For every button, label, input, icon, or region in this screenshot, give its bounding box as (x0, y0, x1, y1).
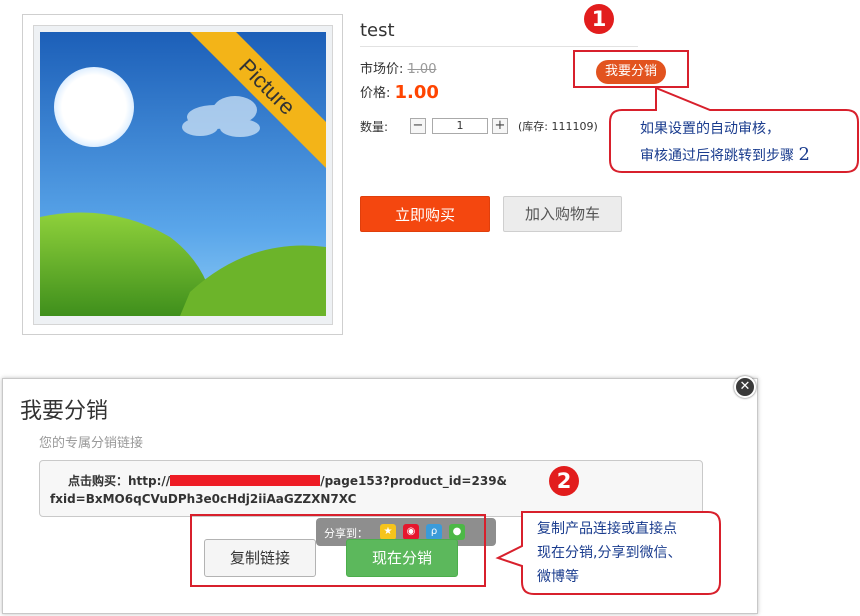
placeholder-picture-icon: Picture (40, 32, 326, 316)
callout-2-text: 复制产品连接或直接点 现在分销,分享到微信、 微博等 (537, 517, 737, 589)
buy-now-button[interactable]: 立即购买 (360, 196, 490, 232)
market-price-label: 市场价: (360, 62, 404, 77)
quantity-decrease-button[interactable]: − (410, 118, 426, 134)
quantity-label: 数量: (360, 120, 389, 134)
stock-text: (库存: 111109) (518, 120, 598, 133)
redacted-domain (170, 475, 321, 486)
product-image-frame: Picture (22, 14, 343, 335)
callout-1-line-2: 审核通过后将跳转到步骤 (640, 148, 794, 164)
link-suffix: /page153?product_id=239& (320, 474, 508, 488)
step-1-badge: 1 (584, 4, 614, 34)
title-divider (360, 46, 638, 47)
product-image[interactable]: Picture (33, 25, 333, 325)
callout-1-text: 如果设置的自动审核， 审核通过后将跳转到步骤 2 (640, 116, 856, 169)
add-to-cart-button[interactable]: 加入购物车 (503, 196, 622, 232)
copy-link-button[interactable]: 复制链接 (204, 539, 316, 577)
callout-2-line-2: 现在分销,分享到微信、 (537, 545, 682, 561)
market-price-value: 1.00 (407, 62, 437, 77)
dialog-title: 我要分销 (20, 399, 109, 424)
market-price-row: 市场价: 1.00 (360, 58, 436, 77)
link-line-2: fxid=BxMO6qCVuDPh3e0cHdj2iiAaGZZXN7XC (50, 492, 357, 506)
quantity-increase-button[interactable]: + (492, 118, 508, 134)
close-icon[interactable]: ✕ (734, 376, 756, 398)
dialog-subtitle: 您的专属分销链接 (39, 436, 144, 451)
price-row: 价格: 1.00 (360, 82, 439, 103)
price-value: 1.00 (394, 82, 439, 103)
callout-2-line-1: 复制产品连接或直接点 (537, 521, 677, 537)
link-line-1: 点击购买：http:// /page153?product_id=239& (50, 472, 507, 490)
price-label: 价格: (360, 86, 391, 101)
quantity-input[interactable]: 1 (432, 118, 488, 134)
distribute-now-button[interactable]: 现在分销 (346, 539, 458, 577)
callout-1-step-number: 2 (798, 144, 810, 165)
callout-1-line-1: 如果设置的自动审核， (640, 121, 780, 137)
callout-1-line-2-row: 审核通过后将跳转到步骤 2 (640, 142, 856, 169)
link-prefix: http:// (128, 474, 171, 488)
distribution-link-text[interactable]: 点击购买：http:// /page153?product_id=239& fxi… (50, 472, 507, 508)
step-2-badge: 2 (549, 466, 579, 496)
link-label: 点击购买： (68, 474, 129, 488)
callout-2-line-3: 微博等 (537, 569, 579, 585)
product-title: test (360, 20, 395, 41)
